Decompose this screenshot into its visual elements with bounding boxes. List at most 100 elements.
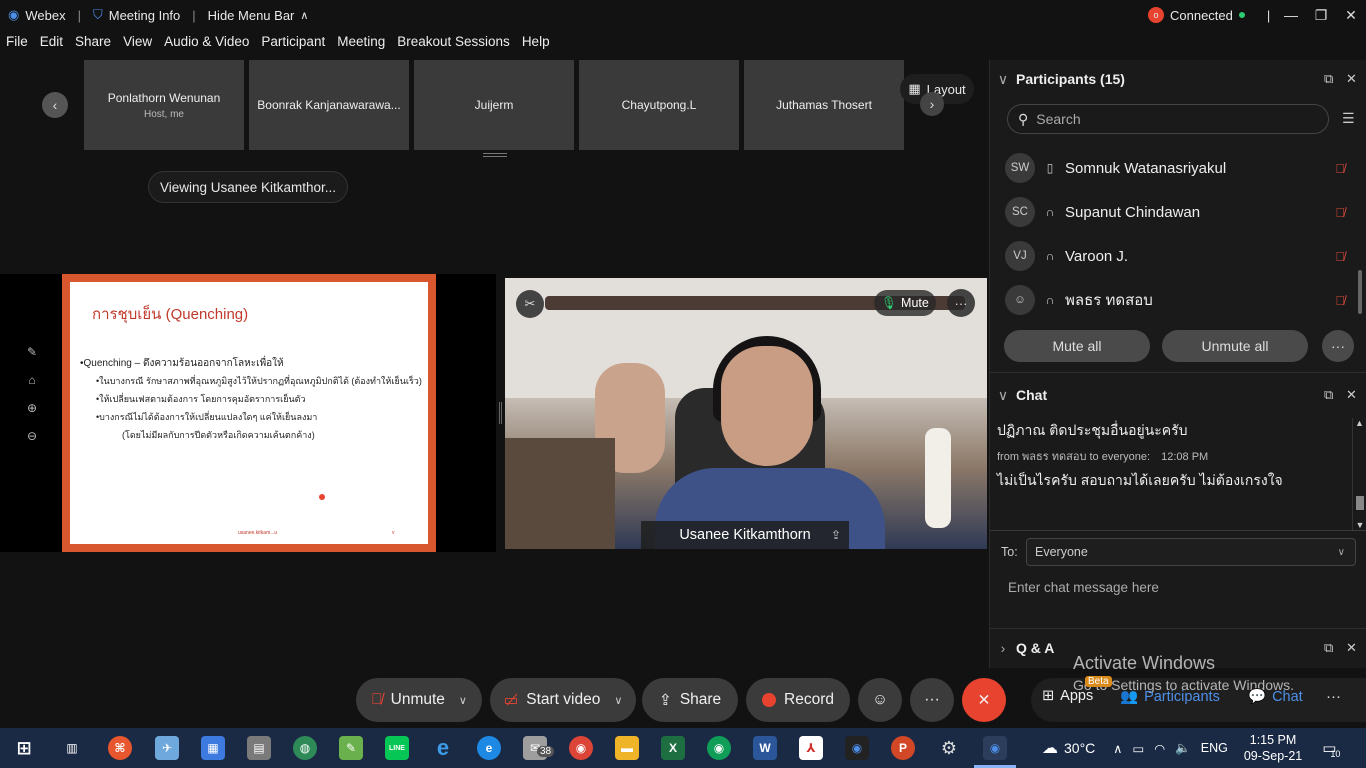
participant-thumbnail[interactable]: Juijerm — [414, 60, 574, 150]
maximize-icon[interactable]: ❐ — [1306, 7, 1336, 24]
participant-thumbnail[interactable]: Ponlathorn Wenunan Host, me — [84, 60, 244, 150]
mic-muted-icon[interactable]: 🎙̸ — [1335, 293, 1345, 308]
weather-temp[interactable]: 30°C — [1064, 740, 1095, 756]
line-app-icon[interactable]: LINE — [385, 736, 409, 760]
menu-meeting[interactable]: Meeting — [331, 34, 391, 56]
minimize-icon[interactable]: — — [1276, 7, 1306, 23]
chat-panel-button[interactable]: 💬 Chat — [1248, 688, 1303, 706]
active-speaker-video[interactable] — [505, 278, 987, 549]
participant-row[interactable]: ☺ ∩ พลธร ทดสอบ 🎙̸ — [1005, 282, 1345, 318]
notes-icon[interactable]: ✎ — [339, 736, 363, 760]
start-video-button[interactable]: ▭̸ Start video ∨ — [490, 678, 636, 722]
splitter-handle[interactable] — [499, 402, 502, 424]
calendar-icon[interactable]: ▦ — [201, 736, 225, 760]
globe-icon[interactable]: ◍ — [293, 736, 317, 760]
language-indicator[interactable]: ENG — [1201, 741, 1228, 755]
participants-panel-button[interactable]: 👥 Participants — [1120, 688, 1220, 706]
chevron-up-icon[interactable]: ∧ — [300, 9, 308, 22]
chevron-down-icon[interactable]: ∨ — [614, 694, 622, 707]
more-options-button[interactable]: ··· — [910, 678, 954, 722]
edge-browser-icon[interactable]: e — [477, 736, 501, 760]
video-more-options-icon[interactable]: ··· — [947, 289, 975, 317]
participant-row[interactable]: VJ ∩ Varoon J. 🎙̸ — [1005, 238, 1345, 274]
internet-explorer-icon[interactable]: e — [431, 735, 455, 760]
powerpoint-icon[interactable]: P — [891, 736, 915, 760]
unpin-icon[interactable]: ✂ — [516, 290, 544, 318]
share-icon[interactable]: ⇪ — [831, 528, 841, 542]
participant-thumbnail[interactable]: Boonrak Kanjanawarawa... — [249, 60, 409, 150]
close-panel-icon[interactable]: ✕ — [1346, 640, 1357, 656]
word-icon[interactable]: W — [753, 736, 777, 760]
windows-start-icon[interactable]: ⊞ — [12, 736, 36, 760]
popout-icon[interactable]: ⧉ — [1324, 640, 1333, 656]
calculator-icon[interactable]: ▤ — [247, 736, 271, 760]
collapse-chevron-icon[interactable]: ∨ — [990, 387, 1016, 404]
chrome-icon[interactable]: ◉ — [569, 736, 593, 760]
excel-icon[interactable]: X — [661, 736, 685, 760]
apps-button[interactable]: ⊞ Apps — [1042, 688, 1093, 704]
scroll-right-button[interactable]: › — [920, 92, 944, 116]
reactions-button[interactable]: ☺ — [858, 678, 902, 722]
menu-share[interactable]: Share — [69, 34, 117, 56]
mic-muted-icon[interactable]: 🎙̸ — [1335, 249, 1345, 264]
zoom-in-icon[interactable]: ⊕ — [27, 401, 37, 415]
unmute-all-button[interactable]: Unmute all — [1162, 330, 1308, 362]
scroll-left-button[interactable]: ‹ — [42, 92, 68, 118]
participants-scrollbar[interactable] — [1358, 270, 1362, 314]
annotate-pen-icon[interactable]: ✎ — [27, 345, 37, 359]
menu-file[interactable]: File — [0, 34, 34, 56]
chat-input[interactable]: Enter chat message here — [1008, 580, 1159, 595]
wifi-icon[interactable]: ◠ — [1154, 741, 1165, 756]
app-icon-2[interactable]: ✈ — [155, 736, 179, 760]
mute-all-button[interactable]: Mute all — [1004, 330, 1150, 362]
popout-icon[interactable]: ⧉ — [1324, 387, 1333, 403]
task-view-icon[interactable]: ▥ — [60, 736, 84, 760]
mute-speaker-button[interactable]: 🎙 Mute — [874, 290, 936, 316]
close-panel-icon[interactable]: ✕ — [1346, 387, 1357, 403]
app-icon-1[interactable]: ⌘ — [108, 736, 132, 760]
leave-meeting-button[interactable]: ✕ — [962, 678, 1006, 722]
menu-help[interactable]: Help — [516, 34, 556, 56]
participant-row[interactable]: SC ∩ Supanut Chindawan 🎙̸ — [1005, 194, 1345, 230]
popout-icon[interactable]: ⧉ — [1324, 71, 1333, 87]
participants-more-button[interactable]: ··· — [1322, 330, 1354, 362]
settings-gear-icon[interactable]: ⚙ — [937, 736, 961, 760]
thumbnail-resize-handle[interactable] — [483, 153, 507, 157]
close-panel-icon[interactable]: ✕ — [1346, 71, 1357, 87]
menu-breakout-sessions[interactable]: Breakout Sessions — [391, 34, 516, 56]
hide-menu-bar-button[interactable]: Hide Menu Bar — [208, 8, 295, 23]
pdf-reader-icon[interactable]: ⅄ — [799, 736, 823, 760]
clock[interactable]: 1:15 PM 09-Sep-21 — [1244, 732, 1302, 764]
panel-more-button[interactable]: ··· — [1326, 688, 1341, 705]
menu-view[interactable]: View — [117, 34, 158, 56]
tray-chevron-icon[interactable]: ∧ — [1113, 741, 1122, 756]
record-button[interactable]: Record — [746, 678, 850, 722]
menu-participant[interactable]: Participant — [255, 34, 331, 56]
collapse-chevron-icon[interactable]: ∨ — [990, 71, 1016, 88]
chevron-down-icon[interactable]: ∨ — [459, 694, 467, 707]
webex-active-icon[interactable]: ◉ — [983, 736, 1007, 760]
menu-edit[interactable]: Edit — [34, 34, 69, 56]
remote-control-icon[interactable]: ⌂ — [28, 373, 35, 387]
menu-audio-video[interactable]: Audio & Video — [158, 34, 255, 56]
participants-search-input[interactable]: ⚲ Search — [1007, 104, 1329, 134]
zoom-out-icon[interactable]: ⊖ — [27, 429, 37, 443]
meeting-info-button[interactable]: Meeting Info — [109, 8, 181, 23]
chat-recipient-dropdown[interactable]: Everyone ∨ — [1026, 538, 1356, 566]
chat-scrollbar[interactable]: ▲ ▼ — [1352, 418, 1366, 530]
expand-chevron-icon[interactable]: › — [990, 640, 1016, 656]
file-explorer-icon[interactable]: ▬ — [615, 736, 639, 760]
mic-muted-icon[interactable]: 🎙̸ — [1335, 205, 1345, 220]
participant-row[interactable]: SW ▯ Somnuk Watanasriyakul 🎙̸ — [1005, 150, 1345, 186]
viewing-indicator[interactable]: Viewing Usanee Kitkamthor... — [148, 171, 348, 203]
unmute-button[interactable]: 🎙̸ Unmute ∨ — [356, 678, 482, 722]
mic-muted-icon[interactable]: 🎙̸ — [1335, 161, 1345, 176]
close-window-icon[interactable]: ✕ — [1336, 7, 1366, 24]
share-button[interactable]: ⇪ Share — [642, 678, 738, 722]
sort-icon[interactable]: ☰ — [1342, 110, 1355, 127]
volume-icon[interactable]: 🔈 — [1175, 741, 1191, 756]
webex-taskbar-icon[interactable]: ◉ — [845, 736, 869, 760]
participant-thumbnail[interactable]: Juthamas Thosert — [744, 60, 904, 150]
chrome-profile-icon[interactable]: ◉ — [707, 736, 731, 760]
participant-thumbnail[interactable]: Chayutpong.L — [579, 60, 739, 150]
